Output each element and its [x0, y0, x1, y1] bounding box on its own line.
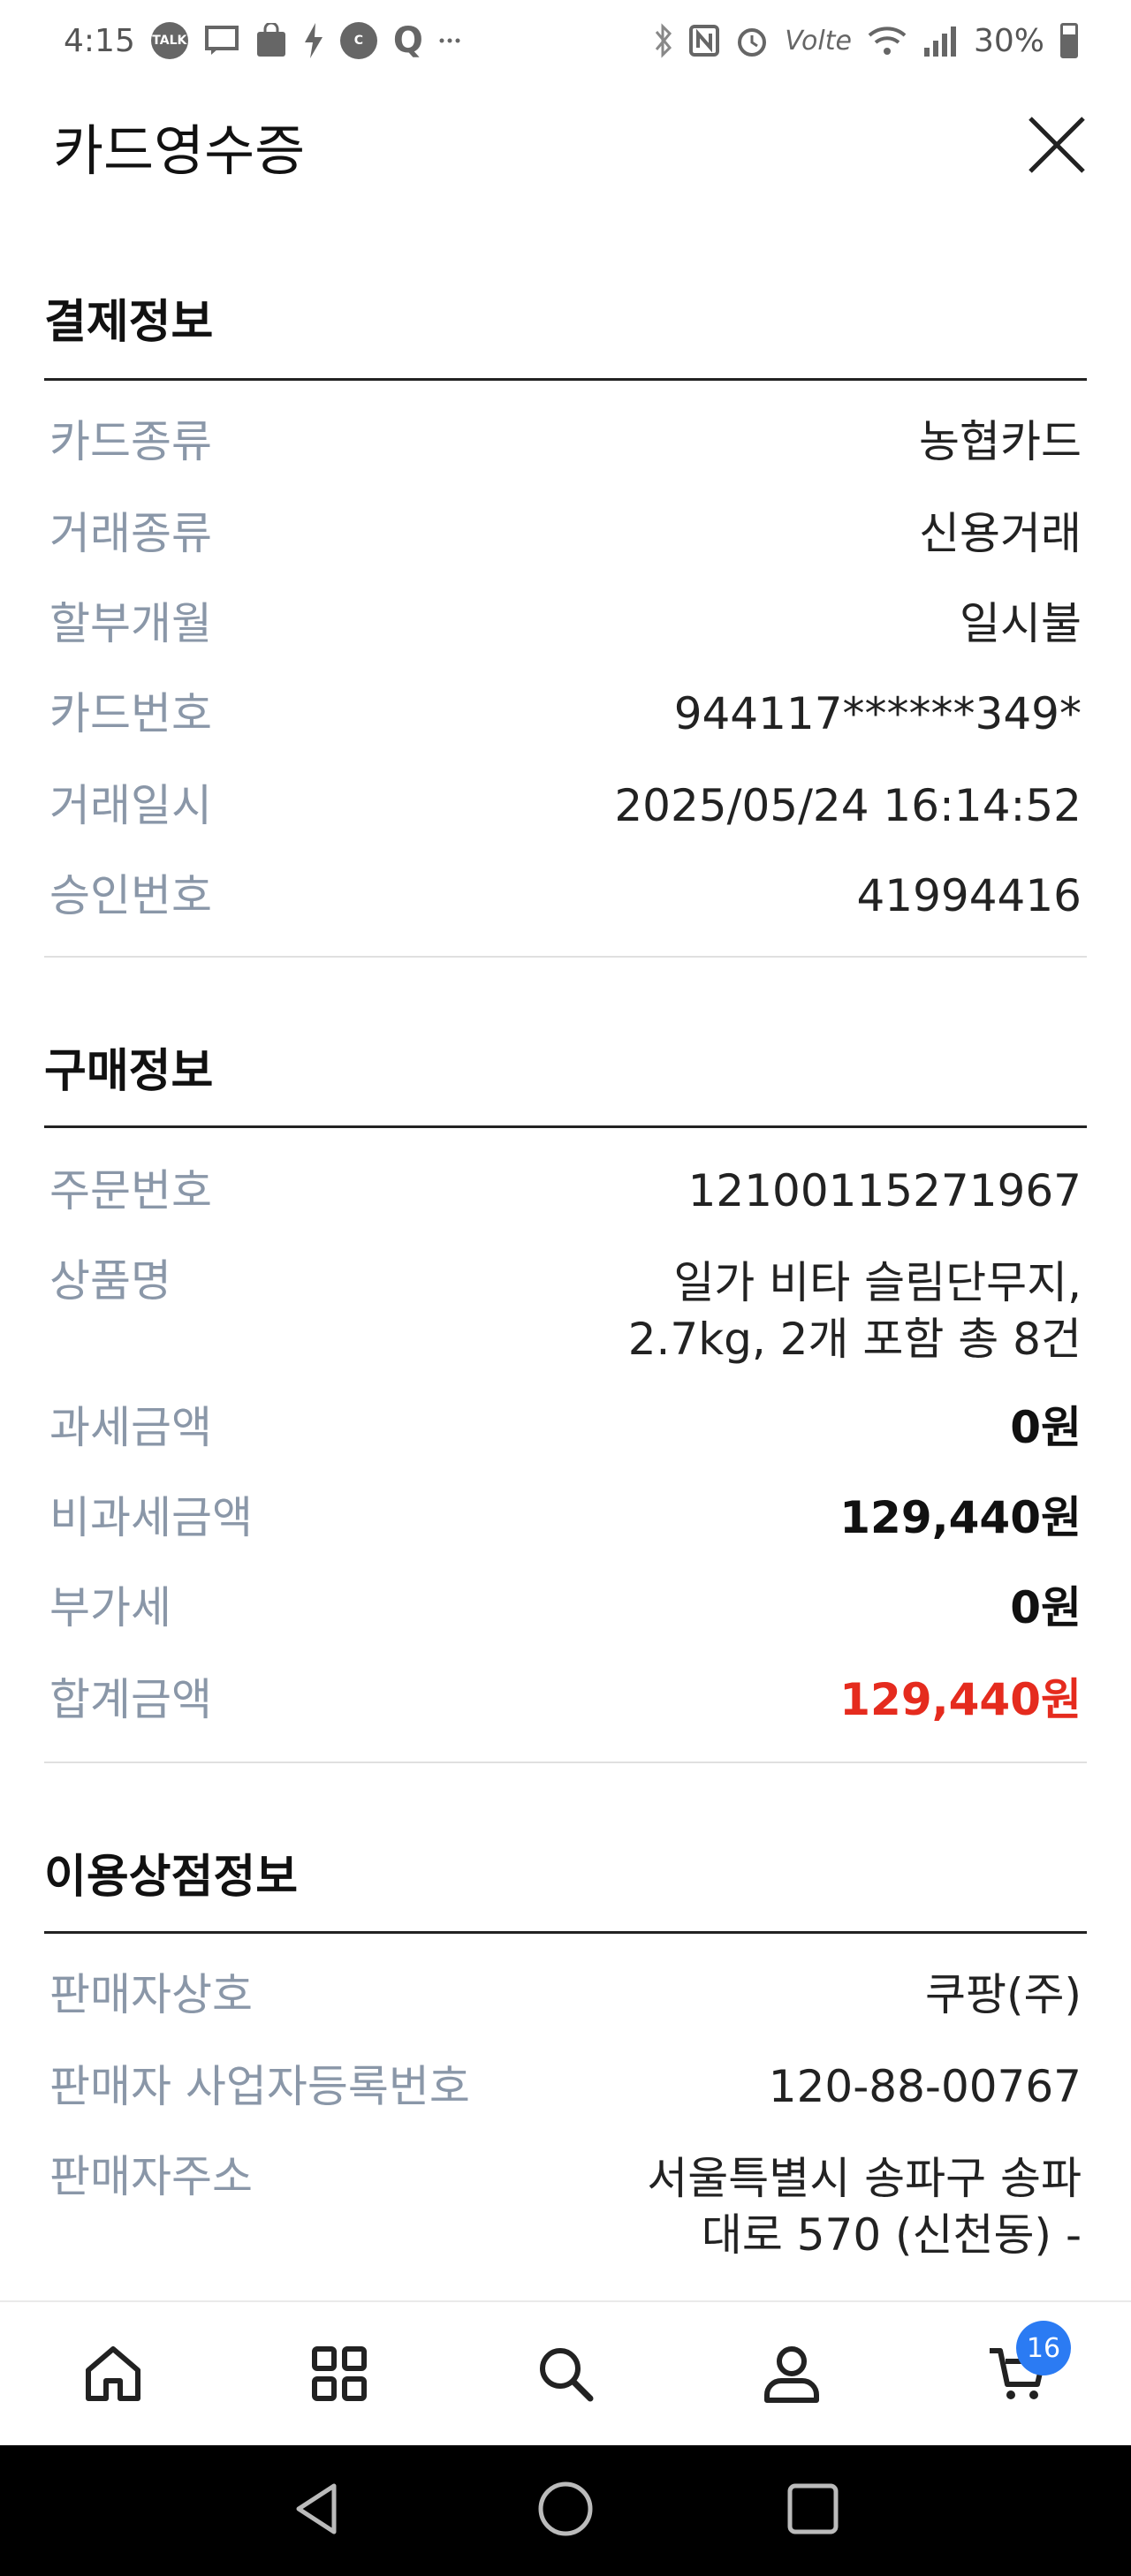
- info-row-vat: 부가세 0원: [49, 1581, 1082, 1634]
- info-row-seller-name: 판매자상호 쿠팡(주): [49, 1968, 1082, 2021]
- nav-cart-button[interactable]: 16: [965, 2321, 1071, 2427]
- bluetooth-icon: [654, 23, 673, 58]
- info-row-transaction-type: 거래종류 신용거래: [49, 507, 1082, 560]
- row-label: 상품명: [49, 1255, 171, 1307]
- row-label: 비과세금액: [49, 1492, 253, 1543]
- close-button[interactable]: [1021, 110, 1092, 180]
- section-divider: [44, 378, 1087, 381]
- merchant-section-title: 이용상점정보: [44, 1851, 299, 1904]
- system-recents-button[interactable]: [785, 2481, 841, 2541]
- info-row-seller-registration-number: 판매자 사업자등록번호 120-88-00767: [49, 2060, 1082, 2113]
- row-value: 일시불: [960, 598, 1082, 649]
- wifi-icon: [868, 25, 907, 57]
- system-back-button[interactable]: [290, 2481, 346, 2541]
- kakaotalk-icon: TALK: [150, 22, 188, 59]
- row-label: 할부개월: [49, 598, 212, 649]
- page-header: 카드영수증: [0, 88, 1131, 203]
- home-circle-icon: [538, 2481, 593, 2536]
- row-label: 판매자주소: [49, 2151, 253, 2202]
- row-label: 부가세: [49, 1582, 171, 1633]
- row-label: 카드번호: [49, 688, 212, 739]
- info-row-approval-number: 승인번호 41994416: [49, 869, 1082, 922]
- info-row-seller-address: 판매자주소 서울특별시 송파구 송파 대로 570 (신천동) -: [49, 2150, 1082, 2263]
- purchase-section-title: 구매정보: [44, 1045, 214, 1098]
- nfc-icon: [689, 25, 720, 57]
- row-value: 0원: [1010, 1402, 1082, 1453]
- row-label: 승인번호: [49, 870, 212, 921]
- lightning-icon: [303, 23, 324, 58]
- info-row-installment: 할부개월 일시불: [49, 597, 1082, 650]
- row-label: 합계금액: [49, 1674, 212, 1725]
- row-value: 129,440원: [839, 1492, 1082, 1543]
- row-value: 2025/05/24 16:14:52: [614, 780, 1082, 831]
- row-label: 카드종류: [49, 416, 212, 467]
- info-row-transaction-datetime: 거래일시 2025/05/24 16:14:52: [49, 779, 1082, 832]
- address-line2: 대로 570 (신천동) -: [701, 2209, 1082, 2261]
- bottom-nav: 16: [0, 2300, 1131, 2445]
- signal-icon: [922, 25, 958, 57]
- row-value: 12100115271967: [687, 1165, 1082, 1216]
- nav-profile-button[interactable]: [739, 2321, 845, 2427]
- row-label: 주문번호: [49, 1165, 212, 1216]
- section-divider: [44, 1125, 1087, 1128]
- search-icon: [540, 2348, 594, 2402]
- row-value: 일가 비타 슬림단무지, 2.7kg, 2개 포함 총 8건: [628, 1254, 1082, 1368]
- info-row-taxable-amount: 과세금액 0원: [49, 1401, 1082, 1454]
- section-divider: [44, 1931, 1087, 1934]
- home-icon: [86, 2346, 140, 2401]
- battery-percent: 30%: [973, 22, 1044, 59]
- row-value: 신용거래: [919, 508, 1082, 559]
- system-nav-bar: [0, 2445, 1131, 2576]
- section-end-divider: [44, 1762, 1087, 1763]
- info-row-card-number: 카드번호 944117******349*: [49, 687, 1082, 740]
- info-row-non-taxable-amount: 비과세금액 129,440원: [49, 1491, 1082, 1544]
- page-title: 카드영수증: [53, 118, 306, 183]
- categories-icon: [312, 2346, 367, 2401]
- cart-count-badge: 16: [1016, 2321, 1071, 2375]
- info-row-total-amount: 합계금액 129,440원: [49, 1673, 1082, 1726]
- address-line1: 서울특별시 송파구 송파: [647, 2153, 1082, 2204]
- row-value: 쿠팡(주): [924, 1969, 1082, 2020]
- shopping-bag-icon: [255, 23, 287, 58]
- row-value: 944117******349*: [673, 688, 1082, 739]
- product-name-line2: 2.7kg, 2개 포함 총 8건: [627, 1314, 1082, 1365]
- row-label: 판매자 사업자등록번호: [49, 2061, 470, 2112]
- info-row-product-name: 상품명 일가 비타 슬림단무지, 2.7kg, 2개 포함 총 8건: [49, 1254, 1082, 1368]
- close-icon: [1029, 117, 1085, 173]
- row-value: 120-88-00767: [768, 2061, 1082, 2112]
- system-home-button[interactable]: [537, 2481, 594, 2541]
- section-end-divider: [44, 956, 1087, 958]
- row-label: 거래일시: [49, 780, 212, 831]
- volte-icon: Volte: [785, 25, 852, 57]
- recents-square-icon: [787, 2483, 839, 2534]
- nav-home-button[interactable]: [60, 2321, 166, 2427]
- info-row-card-type: 카드종류 농협카드: [49, 415, 1082, 468]
- message-icon: [204, 25, 239, 57]
- row-label: 과세금액: [49, 1402, 212, 1453]
- row-value: 0원: [1010, 1582, 1082, 1633]
- row-value: 서울특별시 송파구 송파 대로 570 (신천동) -: [647, 2150, 1082, 2263]
- battery-icon: [1060, 23, 1078, 58]
- product-name-line1: 일가 비타 슬림단무지,: [673, 1257, 1082, 1308]
- total-amount-value: 129,440원: [839, 1674, 1082, 1725]
- alarm-icon: [735, 24, 769, 57]
- nav-categories-button[interactable]: [286, 2321, 392, 2427]
- row-label: 판매자상호: [49, 1969, 253, 2020]
- row-value: 농협카드: [919, 416, 1082, 467]
- payment-section-title: 결제정보: [44, 296, 214, 349]
- q-app-icon: Q: [392, 20, 423, 61]
- c-app-icon: C: [339, 22, 377, 59]
- info-row-order-number: 주문번호 12100115271967: [49, 1164, 1082, 1217]
- status-time: 4:15: [64, 22, 135, 59]
- status-bar: 4:15 TALK C Q Volte 30%: [0, 0, 1131, 81]
- nav-search-button[interactable]: [512, 2321, 619, 2427]
- back-triangle-icon: [296, 2483, 337, 2534]
- row-label: 거래종류: [49, 508, 212, 559]
- row-value: 41994416: [856, 870, 1082, 921]
- profile-icon: [764, 2346, 819, 2403]
- more-notifications-icon: [439, 36, 460, 45]
